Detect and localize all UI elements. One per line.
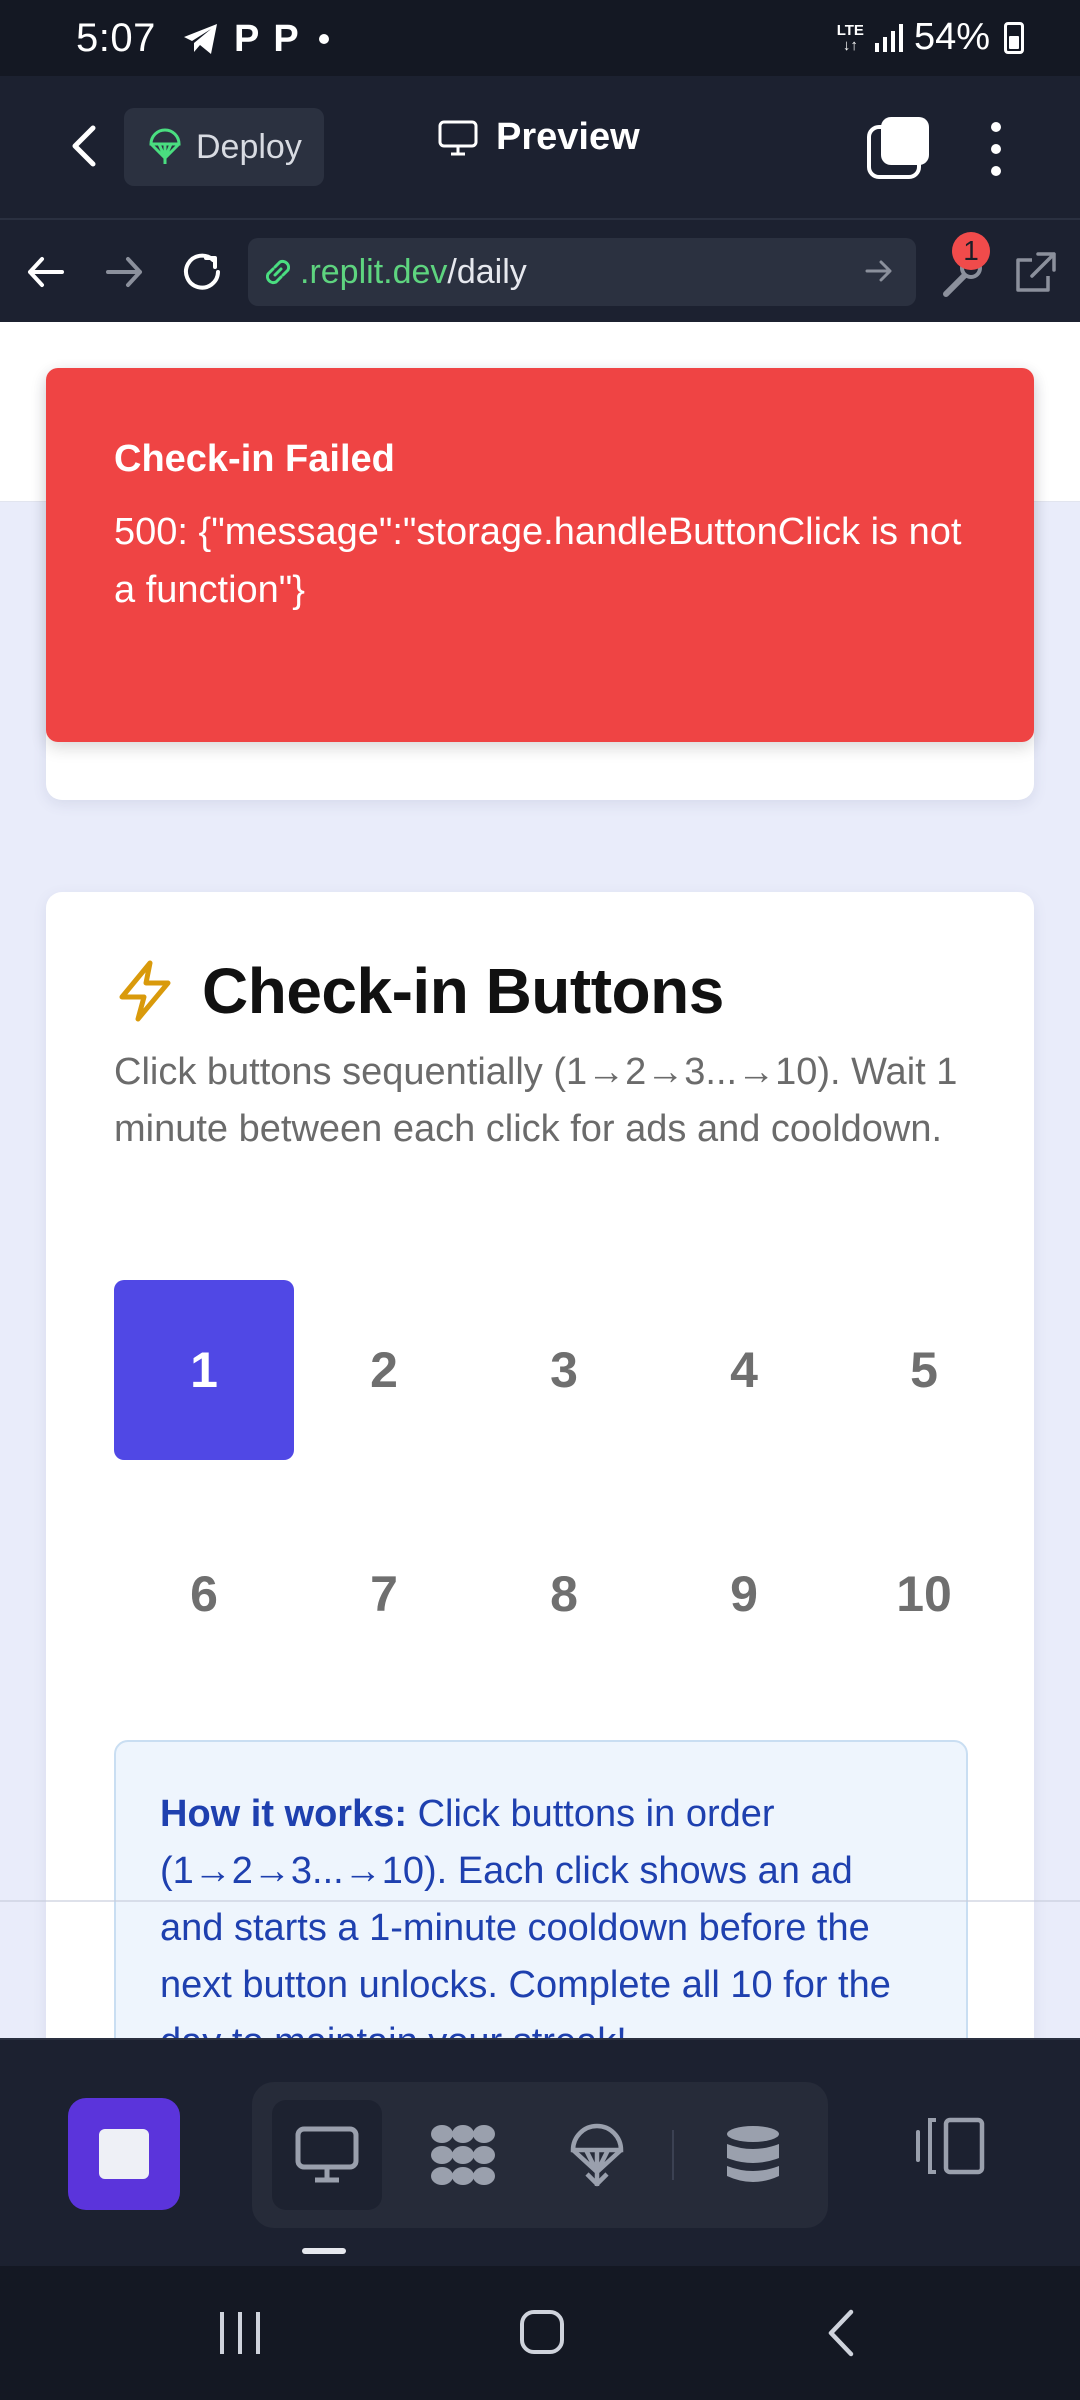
url-domain: .replit.dev	[300, 252, 448, 291]
url-path: /daily	[447, 252, 527, 291]
lte-icon: LTE ↓↑	[836, 21, 864, 54]
checkin-button-3[interactable]: 3	[474, 1280, 654, 1460]
more-options-button[interactable]	[978, 116, 1014, 182]
checkin-card: Check-in Buttons Click buttons sequentia…	[46, 892, 1034, 2038]
status-time: 5:07	[76, 16, 156, 60]
status-system-icons: LTE ↓↑ 54%	[837, 16, 1024, 59]
deploy-label: Deploy	[196, 127, 302, 166]
dot	[991, 144, 1001, 154]
battery-percent: 54%	[913, 16, 990, 58]
url-field[interactable]: .replit.dev/daily	[248, 238, 916, 306]
tabs-icon	[867, 117, 929, 179]
tool-workspace[interactable]	[408, 2100, 518, 2210]
divider	[0, 1900, 1080, 1902]
arrow-left-icon	[28, 257, 64, 287]
dot	[991, 122, 1001, 132]
monitor-icon	[438, 120, 478, 155]
recent-apps-button[interactable]	[220, 2312, 260, 2354]
go-arrow-icon[interactable]	[864, 256, 894, 286]
error-toast[interactable]: Check-in Failed 500: {"message":"storage…	[46, 368, 1034, 742]
how-it-works-box: How it works: Click buttons in order (1→…	[114, 1740, 968, 2038]
tool-separator	[672, 2130, 674, 2180]
recent-apps-icon	[220, 2312, 224, 2354]
chevron-left-icon	[828, 2309, 854, 2357]
tool-switcher	[252, 2082, 828, 2228]
app-header: Deploy Preview	[0, 76, 1080, 218]
database-icon	[727, 2126, 779, 2182]
reload-icon	[184, 253, 220, 290]
checkin-title: Check-in Buttons	[202, 955, 724, 1027]
split-layout-icon	[916, 2117, 985, 2175]
dot	[991, 166, 1001, 176]
deploy-icon	[149, 128, 181, 164]
url-toolbar: .replit.dev/daily	[0, 218, 1080, 322]
checkin-button-9[interactable]: 9	[654, 1504, 834, 1684]
preview-tab-title: Preview	[438, 116, 640, 159]
android-navigation-bar	[0, 2266, 1080, 2400]
reload-button[interactable]	[180, 250, 224, 294]
checkin-button-4[interactable]: 4	[654, 1280, 834, 1460]
checkin-button-7[interactable]: 7	[294, 1504, 474, 1684]
deploy-button[interactable]: Deploy	[124, 108, 324, 186]
info-heading: How it works:	[160, 1793, 408, 1835]
toast-message: 500: {"message":"storage.handleButtonCli…	[114, 511, 962, 611]
checkin-button-1[interactable]: 1	[114, 1280, 294, 1460]
web-preview: Check-in Failed 500: {"message":"storage…	[0, 322, 1080, 2038]
checkin-button-2[interactable]: 2	[294, 1280, 474, 1460]
home-button[interactable]	[520, 2310, 564, 2354]
checkin-title-row: Check-in Buttons	[114, 954, 724, 1028]
deploy-icon	[570, 2123, 624, 2187]
external-link-icon	[1016, 252, 1056, 292]
lightning-icon	[119, 960, 171, 1022]
layout-toggle-button[interactable]	[908, 2104, 992, 2188]
link-icon	[265, 259, 291, 285]
checkin-button-6[interactable]: 6	[114, 1504, 294, 1684]
workspace-icon	[431, 2125, 495, 2185]
active-tab-indicator	[302, 2248, 346, 2254]
page-title: Preview	[496, 116, 640, 158]
system-back-button[interactable]	[826, 2308, 856, 2363]
checkin-button-5[interactable]: 5	[834, 1280, 1014, 1460]
back-button[interactable]	[56, 118, 112, 174]
checkin-button-grid: 1 2 3 4 5 6 7 8 9 10	[114, 1280, 974, 1684]
battery-icon	[1004, 21, 1024, 54]
checkin-button-8[interactable]: 8	[474, 1504, 654, 1684]
status-notification-icons: P P	[182, 20, 329, 58]
arrow-right-icon	[106, 257, 142, 287]
preview-icon	[295, 2126, 359, 2183]
workspace-toolbar	[0, 2038, 1080, 2266]
open-external-button[interactable]	[1012, 250, 1058, 296]
browser-back-button[interactable]	[24, 250, 68, 294]
checkin-button-10[interactable]: 10	[834, 1504, 1014, 1684]
tabs-button[interactable]	[866, 114, 932, 180]
recent-apps-icon	[256, 2312, 260, 2354]
stop-button[interactable]	[68, 2098, 180, 2210]
tool-preview[interactable]	[272, 2100, 382, 2210]
telegram-icon	[184, 24, 217, 54]
devtools-error-badge[interactable]: 1	[952, 232, 990, 270]
stop-icon	[99, 2129, 149, 2179]
checkin-description: Click buttons sequentially (1→2→3...→10)…	[114, 1051, 958, 1150]
p-icon: P	[234, 18, 260, 60]
dot-icon	[318, 34, 329, 44]
toast-title: Check-in Failed	[114, 438, 395, 480]
recent-apps-icon	[238, 2312, 242, 2354]
browser-forward-button[interactable]	[102, 250, 146, 294]
chevron-left-icon	[72, 125, 96, 167]
signal-icon	[874, 23, 903, 52]
tool-database[interactable]	[698, 2100, 808, 2210]
p-icon: P	[273, 18, 299, 60]
status-bar: 5:07 P P LTE ↓↑ 54%	[0, 0, 1080, 76]
tool-deployments[interactable]	[542, 2100, 652, 2210]
